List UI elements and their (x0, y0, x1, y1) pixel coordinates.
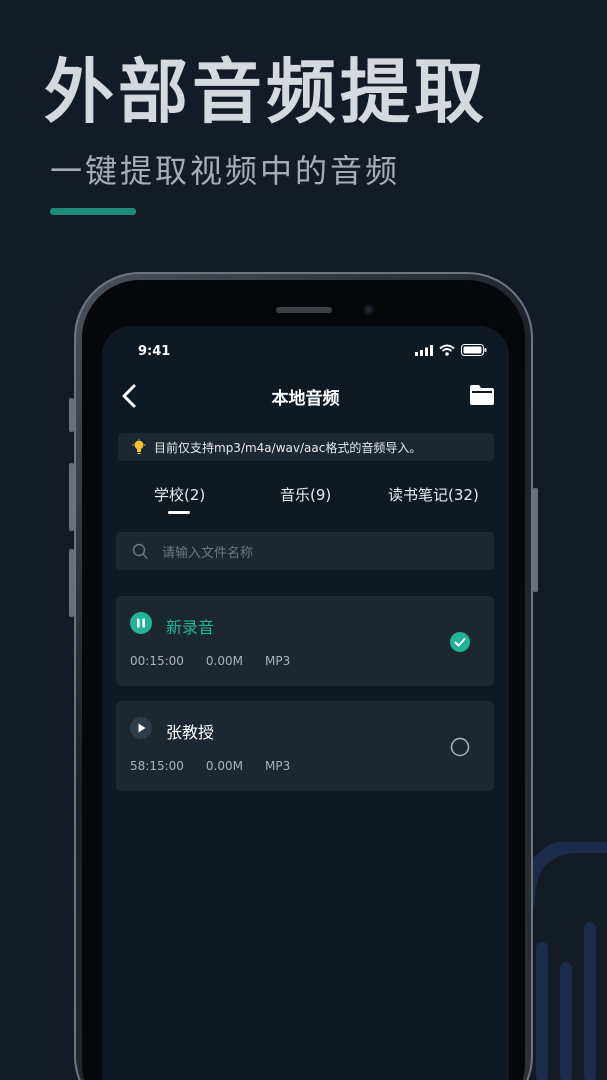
volume-up-button (69, 463, 74, 531)
promo-subline: 一键提取视频中的音频 (50, 152, 401, 190)
file-format: MP3 (264, 654, 291, 668)
category-tabs: 学校(2) 音乐(9) 读书笔记(32) (102, 484, 509, 518)
lightbulb-icon (132, 439, 146, 455)
checked-icon[interactable] (450, 632, 470, 652)
tip-text: 目前仅支持mp3/m4a/wav/aac格式的音频导入。 (154, 440, 422, 455)
unchecked-icon[interactable] (450, 737, 470, 757)
wifi-icon (439, 344, 455, 356)
front-camera (363, 304, 374, 315)
audio-file-item[interactable]: 张教授 58:15:00 0.00M MP3 (116, 701, 494, 791)
status-icons (415, 344, 487, 356)
status-time: 9:41 (138, 344, 171, 359)
tab-school[interactable]: 学校(2) (154, 484, 205, 505)
format-tip-banner: 目前仅支持mp3/m4a/wav/aac格式的音频导入。 (118, 433, 494, 461)
accent-bar (50, 208, 136, 215)
search-icon (132, 543, 148, 559)
earpiece-speaker (276, 307, 332, 313)
mute-switch (69, 398, 74, 432)
folder-icon[interactable] (469, 384, 495, 406)
tab-music[interactable]: 音乐(9) (280, 484, 331, 505)
search-input[interactable]: 请输入文件名称 (116, 532, 494, 570)
file-duration: 58:15:00 (130, 759, 184, 773)
search-placeholder: 请输入文件名称 (162, 545, 254, 561)
tab-reading-notes[interactable]: 读书笔记(32) (388, 484, 479, 505)
play-icon[interactable] (130, 717, 152, 739)
promo-headline: 外部音频提取 (44, 51, 488, 133)
page-title: 本地音频 (271, 389, 340, 409)
app-screen: 9:41 本地音频 目前仅支持mp3/m4a/wav/aac格式的音频导入。 学… (102, 326, 509, 1080)
file-duration: 00:15:00 (130, 654, 184, 668)
file-name: 新录音 (166, 618, 215, 637)
file-format: MP3 (264, 759, 291, 773)
battery-icon (461, 344, 487, 356)
file-name: 张教授 (166, 723, 215, 742)
volume-down-button (69, 549, 74, 617)
active-tab-indicator (168, 511, 190, 514)
pause-icon[interactable] (130, 612, 152, 634)
power-button (533, 488, 538, 592)
file-meta: 00:15:00 0.00M MP3 (130, 654, 312, 668)
audio-file-item[interactable]: 新录音 00:15:00 0.00M MP3 (116, 596, 494, 686)
file-meta: 58:15:00 0.00M MP3 (130, 759, 312, 773)
file-size: 0.00M (205, 654, 243, 668)
file-size: 0.00M (205, 759, 243, 773)
signal-icon (415, 344, 433, 356)
audio-decoration-icon (521, 842, 607, 1080)
